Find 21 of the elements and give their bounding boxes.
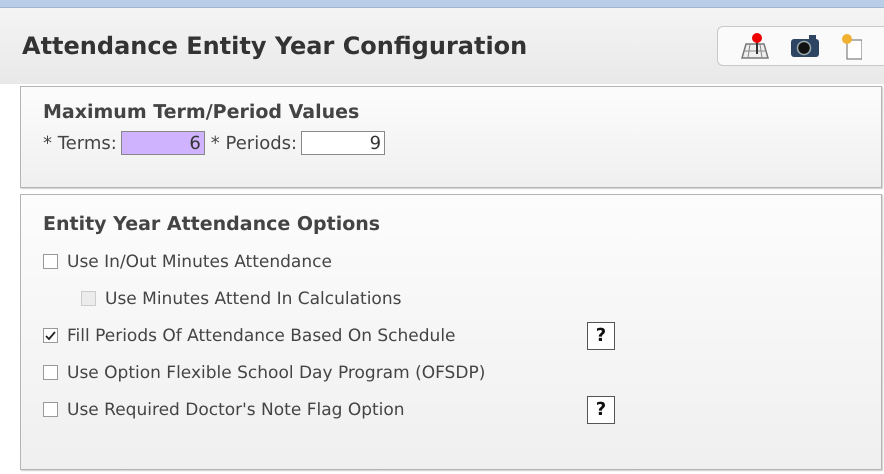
option-label: Use Required Doctor's Note Flag Option <box>67 400 406 420</box>
checkbox[interactable] <box>43 365 58 380</box>
option-label: Use Option Flexible School Day Program (OFSDP) <box>67 362 486 382</box>
new-page-icon[interactable] <box>840 32 862 60</box>
field-label: * Periods: <box>210 132 298 154</box>
number-field[interactable]: 9 <box>301 131 386 155</box>
checkbox[interactable] <box>43 254 58 269</box>
page-title: Attendance Entity Year Configuration <box>22 32 528 60</box>
help-button[interactable]: ? <box>587 322 615 350</box>
section-title: Maximum Term/Period Values <box>43 101 360 123</box>
option-label: Use In/Out Minutes Attendance <box>67 252 333 272</box>
camera-icon[interactable] <box>790 34 820 58</box>
option-label: Fill Periods Of Attendance Based On Schedule <box>67 326 457 346</box>
help-button[interactable]: ? <box>587 396 615 424</box>
number-field[interactable]: 6 <box>120 131 205 155</box>
checkbox[interactable] <box>43 328 58 343</box>
map-pin-icon[interactable] <box>740 32 770 60</box>
option-label: Use Minutes Attend In Calculations <box>105 288 402 308</box>
section-title: Entity Year Attendance Options <box>43 213 382 235</box>
field-label: * Terms: <box>43 132 117 154</box>
checkbox[interactable] <box>43 402 58 417</box>
